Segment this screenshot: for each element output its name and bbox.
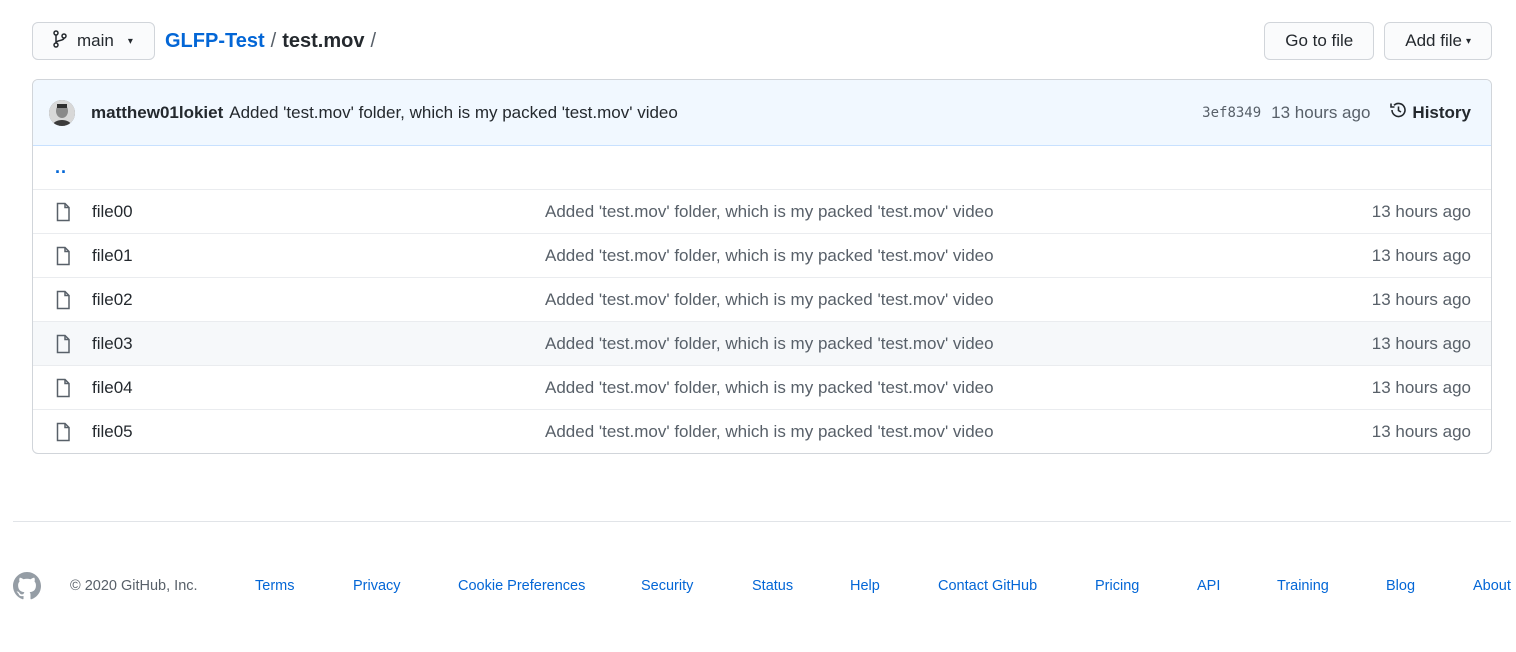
avatar[interactable] [49, 99, 75, 126]
file-commit-time: 13 hours ago [1371, 245, 1471, 265]
file-name-link[interactable]: file00 [92, 202, 545, 222]
footer-link-pricing[interactable]: Pricing [1095, 578, 1139, 594]
file-commit-message-link[interactable]: Added 'test.mov' folder, which is my pac… [545, 422, 1372, 442]
breadcrumb-separator: / [370, 29, 377, 52]
file-icon [55, 334, 71, 354]
footer-link-blog[interactable]: Blog [1386, 578, 1415, 594]
go-to-file-button[interactable]: Go to file [1264, 22, 1375, 60]
file-commit-time: 13 hours ago [1371, 377, 1471, 397]
file-icon [55, 202, 71, 222]
footer-link-cookie-preferences[interactable]: Cookie Preferences [458, 578, 585, 594]
file-icon [55, 246, 71, 266]
breadcrumb-current-folder: test.mov [282, 29, 365, 52]
history-label: History [1412, 102, 1471, 122]
breadcrumb-repo-link[interactable]: GLFP-Test [165, 30, 265, 53]
add-file-button[interactable]: Add file ▾ [1384, 22, 1492, 60]
copyright-text: © 2020 GitHub, Inc. [70, 578, 198, 594]
site-footer: © 2020 GitHub, Inc. Terms Privacy Cookie… [13, 571, 1513, 601]
caret-down-icon: ▾ [127, 35, 133, 47]
latest-commit-bar: matthew01lokiet Added 'test.mov' folder,… [33, 80, 1491, 146]
caret-down-icon: ▾ [1465, 35, 1471, 47]
footer-link-security[interactable]: Security [641, 578, 693, 594]
file-name-link[interactable]: file05 [92, 422, 545, 442]
file-name-link[interactable]: file03 [92, 334, 545, 354]
branch-label: main [77, 31, 114, 50]
file-browser: matthew01lokiet Added 'test.mov' folder,… [32, 79, 1492, 454]
footer-link-api[interactable]: API [1197, 578, 1220, 594]
file-row[interactable]: file01 Added 'test.mov' folder, which is… [33, 233, 1491, 277]
parent-directory-row[interactable]: .. [33, 146, 1491, 189]
file-name-link[interactable]: file01 [92, 246, 545, 266]
commit-author-link[interactable]: matthew01lokiet [91, 103, 223, 123]
commit-message-link[interactable]: Added 'test.mov' folder, which is my pac… [229, 103, 678, 123]
file-row[interactable]: file03 Added 'test.mov' folder, which is… [33, 321, 1491, 365]
go-to-file-label: Go to file [1285, 31, 1354, 50]
breadcrumb: GLFP-Test / test.mov / [165, 22, 376, 60]
footer-link-help[interactable]: Help [850, 578, 880, 594]
file-commit-time: 13 hours ago [1371, 421, 1471, 441]
file-name-link[interactable]: file02 [92, 290, 545, 310]
file-icon [55, 290, 71, 310]
repo-toolbar: main ▾ GLFP-Test / test.mov / Go to file… [32, 22, 1492, 60]
github-mark-icon[interactable] [13, 572, 41, 600]
commit-time: 13 hours ago [1271, 102, 1371, 122]
commit-sha-link[interactable]: 3ef8349 [1202, 105, 1261, 121]
footer-link-contact-github[interactable]: Contact GitHub [938, 578, 1037, 594]
file-icon [55, 422, 71, 442]
file-actions: Go to file Add file ▾ [1264, 22, 1492, 60]
file-commit-time: 13 hours ago [1371, 289, 1471, 309]
commit-meta: 3ef8349 13 hours ago History [1202, 100, 1471, 125]
file-row[interactable]: file00 Added 'test.mov' folder, which is… [33, 189, 1491, 233]
history-icon [1388, 100, 1408, 125]
history-link[interactable]: History [1388, 100, 1471, 125]
file-commit-message-link[interactable]: Added 'test.mov' folder, which is my pac… [545, 290, 1372, 310]
footer-link-training[interactable]: Training [1277, 578, 1329, 594]
footer-link-privacy[interactable]: Privacy [353, 578, 401, 594]
git-branch-icon [53, 29, 67, 53]
file-commit-message-link[interactable]: Added 'test.mov' folder, which is my pac… [545, 246, 1372, 266]
file-commit-time: 13 hours ago [1371, 333, 1471, 353]
footer-divider [13, 521, 1511, 522]
footer-link-status[interactable]: Status [752, 578, 793, 594]
file-commit-message-link[interactable]: Added 'test.mov' folder, which is my pac… [545, 334, 1372, 354]
file-commit-time: 13 hours ago [1371, 201, 1471, 221]
file-icon [55, 378, 71, 398]
file-commit-message-link[interactable]: Added 'test.mov' folder, which is my pac… [545, 202, 1372, 222]
breadcrumb-separator: / [270, 29, 277, 52]
file-name-link[interactable]: file04 [92, 378, 545, 398]
file-commit-message-link[interactable]: Added 'test.mov' folder, which is my pac… [545, 378, 1372, 398]
file-row[interactable]: file04 Added 'test.mov' folder, which is… [33, 365, 1491, 409]
footer-link-terms[interactable]: Terms [255, 578, 294, 594]
file-row[interactable]: file05 Added 'test.mov' folder, which is… [33, 409, 1491, 453]
branch-select-button[interactable]: main ▾ [32, 22, 155, 60]
add-file-label: Add file [1405, 31, 1462, 50]
file-row[interactable]: file02 Added 'test.mov' folder, which is… [33, 277, 1491, 321]
parent-directory-link[interactable]: .. [55, 157, 67, 178]
footer-link-about[interactable]: About [1473, 578, 1511, 594]
